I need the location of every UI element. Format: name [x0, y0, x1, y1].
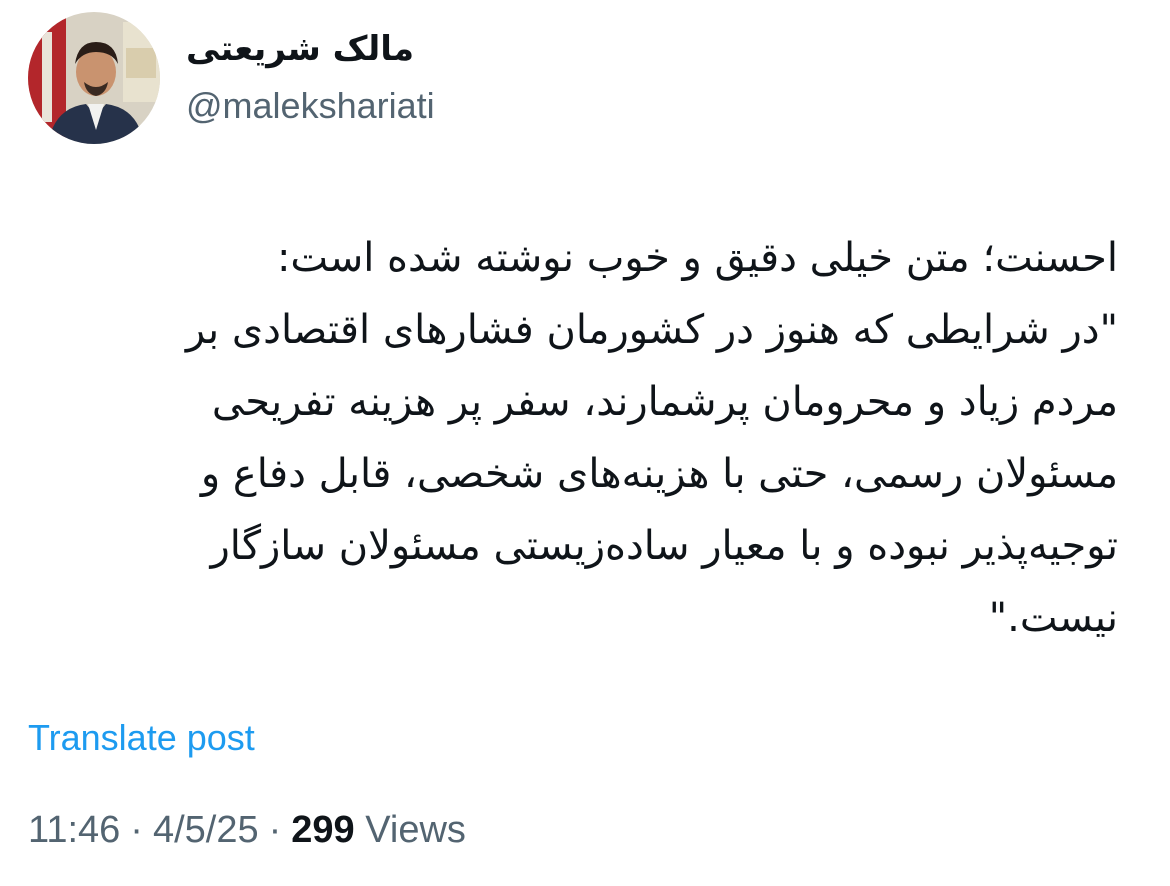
post-meta: 11:46 · 4/5/25 · 299 Views — [28, 804, 466, 856]
post-line: توجیه‌پذیر نبوده و با معیار ساده‌زیستی م… — [210, 523, 1118, 569]
post-line: مسئولان رسمی، حتی با هزینه‌های شخصی، قاب… — [200, 451, 1118, 497]
post-date[interactable]: 4/5/25 — [153, 809, 259, 851]
author-handle[interactable]: @malekshariati — [186, 82, 435, 130]
post-line: "در شرایطی که هنوز در کشورمان فشارهای اق… — [185, 307, 1118, 353]
post-header: مالک شریعتی @malekshariati — [28, 12, 435, 144]
separator: · — [130, 809, 143, 851]
translate-post-link[interactable]: Translate post — [28, 714, 255, 762]
avatar[interactable] — [28, 12, 160, 144]
views-label[interactable]: Views — [365, 809, 466, 851]
views-count[interactable]: 299 — [291, 809, 354, 851]
post-line: نیست." — [988, 595, 1118, 641]
avatar-image — [28, 12, 160, 144]
post-time[interactable]: 11:46 — [28, 809, 120, 851]
post-text: احسنت؛ متن خیلی دقیق و خوب نوشته شده است… — [58, 222, 1118, 654]
post-line: احسنت؛ متن خیلی دقیق و خوب نوشته شده است… — [276, 235, 1118, 281]
post-line: مردم زیاد و محرومان پرشمارند، سفر پر هزی… — [211, 379, 1118, 425]
author-display-name[interactable]: مالک شریعتی — [186, 26, 435, 72]
author-names: مالک شریعتی @malekshariati — [186, 26, 435, 130]
separator: · — [268, 809, 282, 851]
